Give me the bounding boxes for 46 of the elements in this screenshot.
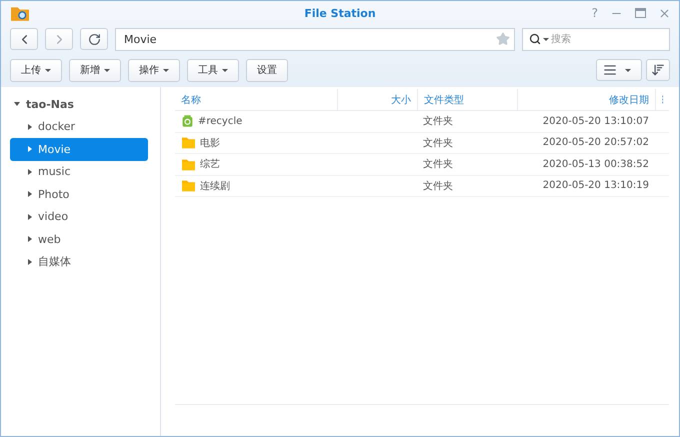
date-cell: 2020-05-13 00:38:52 — [517, 154, 655, 176]
toolbar-button[interactable]: 操作 — [128, 58, 180, 82]
close-icon[interactable] — [658, 6, 671, 20]
toolbar-button[interactable]: 新增 — [69, 58, 121, 82]
folder-tree-item[interactable]: docker — [10, 116, 148, 138]
star-icon[interactable] — [496, 32, 510, 46]
file-name-cell[interactable]: 电影 — [175, 132, 337, 154]
folder-tree-item[interactable]: Movie — [10, 138, 148, 160]
search-icon — [529, 33, 541, 45]
path-field[interactable]: Movie — [115, 28, 515, 50]
back-button[interactable] — [10, 28, 38, 50]
column-header[interactable]: 大小 — [337, 89, 417, 111]
date-cell: 2020-05-20 13:10:07 — [517, 111, 655, 132]
toolbar-button[interactable]: 工具 — [187, 58, 239, 82]
folder-icon — [181, 158, 196, 171]
file-name-cell[interactable]: 连续剧 — [175, 176, 337, 197]
toolbar-button[interactable]: 设置 — [246, 58, 288, 82]
folder-tree-item[interactable]: web — [10, 228, 148, 250]
maximize-icon[interactable] — [635, 8, 646, 18]
date-cell: 2020-05-20 20:57:02 — [517, 132, 655, 154]
toolbar-button[interactable]: 上传 — [10, 58, 62, 82]
column-header[interactable]: 修改日期 — [517, 89, 655, 111]
column-header[interactable]: 文件类型 — [417, 89, 517, 111]
date-cell: 2020-05-20 13:10:19 — [517, 176, 655, 197]
folder-tree-item[interactable]: 自媒体 — [10, 250, 148, 273]
folder-tree-item[interactable]: music — [10, 160, 148, 183]
sort-icon — [651, 63, 665, 77]
folder-icon — [181, 136, 196, 150]
folder-tree-item[interactable]: tao-Nas — [10, 93, 148, 116]
type-cell: 文件夹 — [417, 132, 517, 154]
type-cell: 文件夹 — [417, 111, 517, 132]
folder-tree-item[interactable]: video — [10, 206, 148, 228]
list-icon — [603, 63, 617, 77]
type-cell: 文件夹 — [417, 176, 517, 197]
recycle-bin-icon — [181, 114, 194, 128]
sort-button[interactable] — [646, 59, 670, 81]
folder-icon — [181, 179, 196, 192]
refresh-button[interactable] — [80, 28, 108, 50]
window-title: File Station — [304, 6, 376, 20]
file-name-cell[interactable]: #recycle — [175, 111, 337, 132]
folder-tree-item[interactable]: Photo — [10, 183, 148, 206]
type-cell: 文件夹 — [417, 154, 517, 176]
column-header[interactable]: 名称 — [175, 89, 337, 111]
list-view-button[interactable] — [596, 59, 642, 81]
refresh-icon — [88, 32, 100, 46]
file-name-cell[interactable]: 综艺 — [175, 154, 337, 176]
